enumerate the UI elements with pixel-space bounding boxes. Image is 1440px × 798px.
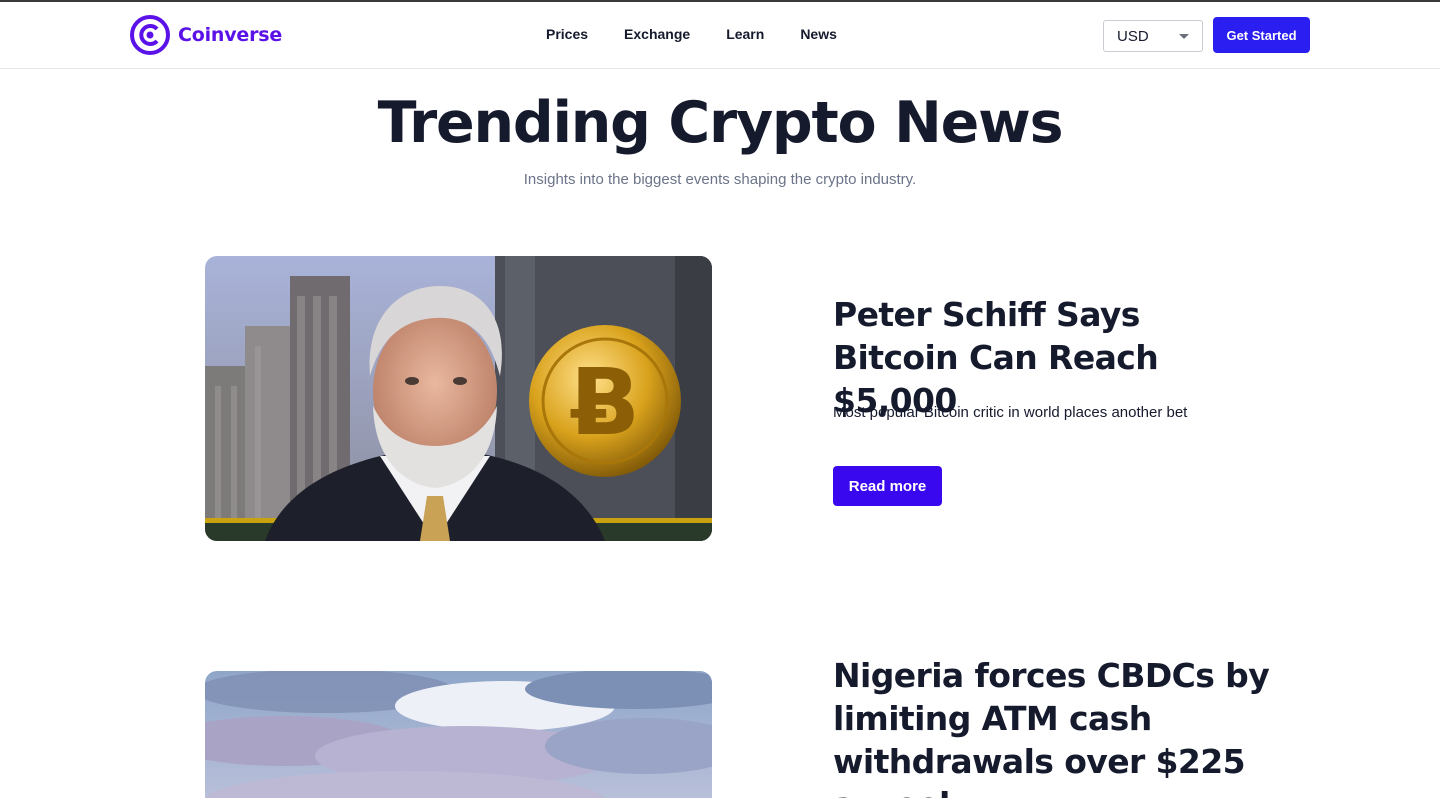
svg-text:Ƀ: Ƀ [570, 349, 640, 456]
nav-link-exchange[interactable]: Exchange [624, 26, 690, 42]
navbar: Coinverse Prices Exchange Learn News USD… [0, 2, 1440, 69]
article-title[interactable]: Peter Schiff Says Bitcoin Can Reach $5,0… [833, 293, 1273, 422]
caret-down-icon [1179, 34, 1189, 39]
coinverse-logo-icon [130, 15, 170, 55]
page-title: Trending Crypto News [377, 90, 1064, 156]
nav-link-news[interactable]: News [800, 26, 837, 42]
nav-link-prices[interactable]: Prices [546, 26, 588, 42]
currency-select[interactable]: USD [1103, 20, 1203, 52]
currency-value: USD [1117, 27, 1149, 45]
article-image-nigeria[interactable] [205, 671, 712, 798]
article-description: Most popular Bitcoin critic in world pla… [833, 404, 1188, 421]
article-title[interactable]: Nigeria forces CBDCs by limiting ATM cas… [833, 654, 1273, 798]
page-subtitle: Insights into the biggest events shaping… [523, 171, 917, 188]
main-nav: Prices Exchange Learn News [546, 26, 837, 42]
get-started-button[interactable]: Get Started [1213, 17, 1310, 53]
article-image-peter-schiff[interactable]: Ƀ [205, 256, 712, 541]
brand-name: Coinverse [178, 24, 283, 46]
read-more-button[interactable]: Read more [833, 466, 942, 506]
nav-link-learn[interactable]: Learn [726, 26, 764, 42]
brand-link[interactable]: Coinverse [130, 15, 282, 55]
